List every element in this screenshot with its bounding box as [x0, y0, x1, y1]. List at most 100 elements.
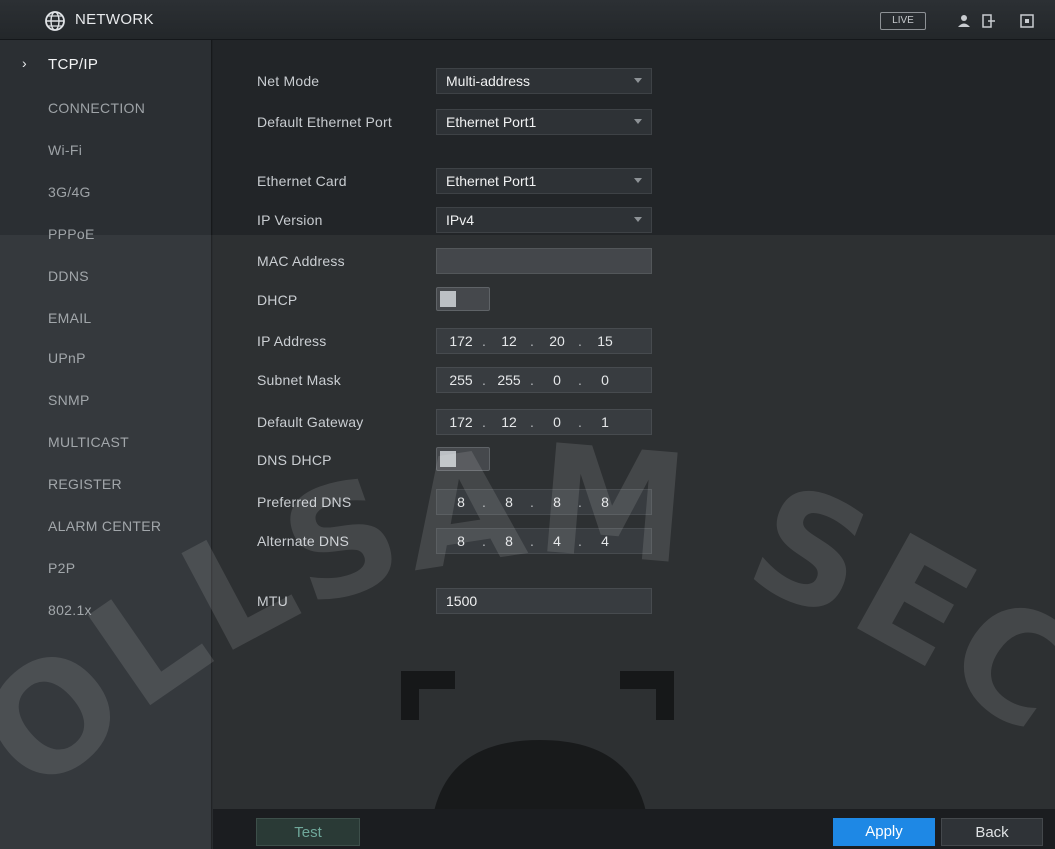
sidebar-item-label: PPPoE [48, 226, 95, 242]
preferred-dns-label: Preferred DNS [257, 494, 352, 510]
ip-dot: . [482, 414, 486, 430]
default-port-value: Ethernet Port1 [446, 114, 537, 130]
ip-octet[interactable]: 12 [491, 414, 527, 430]
chevron-right-icon: › [22, 55, 27, 71]
ip-version-label: IP Version [257, 212, 323, 228]
ip-address-field[interactable]: 172 . 12 . 20 . 15 [436, 328, 652, 354]
ethernet-card-label: Ethernet Card [257, 173, 347, 189]
ip-octet[interactable]: 0 [539, 372, 575, 388]
page-title: NETWORK [75, 11, 154, 28]
sidebar-item-label: CONNECTION [48, 100, 146, 116]
sidebar-item-8021x[interactable]: 802.1x [0, 590, 212, 630]
ip-dot: . [578, 333, 582, 349]
net-mode-value: Multi-address [446, 73, 531, 89]
preferred-dns-field[interactable]: 8 . 8 . 8 . 8 [436, 489, 652, 515]
net-mode-select[interactable]: Multi-address [436, 68, 652, 94]
sidebar-item-ddns[interactable]: DDNS [0, 256, 212, 296]
dns-dhcp-label: DNS DHCP [257, 452, 332, 468]
ip-octet[interactable]: 8 [443, 533, 479, 549]
toggle-knob [440, 451, 456, 467]
ip-octet[interactable]: 1 [587, 414, 623, 430]
apply-button[interactable]: Apply [833, 818, 935, 846]
ip-octet[interactable]: 8 [539, 494, 575, 510]
sidebar-item-pppoe[interactable]: PPPoE [0, 214, 212, 254]
ip-version-select[interactable]: IPv4 [436, 207, 652, 233]
subnet-mask-label: Subnet Mask [257, 372, 341, 388]
sidebar-item-3g4g[interactable]: 3G/4G [0, 172, 212, 212]
toggle-knob [440, 291, 456, 307]
shutdown-icon[interactable] [1018, 12, 1036, 30]
sidebar-item-label: 3G/4G [48, 184, 91, 200]
ip-octet[interactable]: 20 [539, 333, 575, 349]
ip-dot: . [578, 414, 582, 430]
sidebar-item-register[interactable]: REGISTER [0, 464, 212, 504]
ip-octet[interactable]: 172 [443, 333, 479, 349]
sidebar-item-upnp[interactable]: UPnP [0, 338, 212, 378]
sidebar-item-alarm-center[interactable]: ALARM CENTER [0, 506, 212, 546]
sidebar-item-label: P2P [48, 560, 76, 576]
ip-dot: . [578, 372, 582, 388]
ip-version-value: IPv4 [446, 212, 475, 228]
ip-dot: . [530, 494, 534, 510]
ip-octet[interactable]: 12 [491, 333, 527, 349]
default-port-label: Default Ethernet Port [257, 114, 392, 130]
ip-octet[interactable]: 8 [443, 494, 479, 510]
sidebar-item-multicast[interactable]: MULTICAST [0, 422, 212, 462]
default-gateway-field[interactable]: 172 . 12 . 0 . 1 [436, 409, 652, 435]
ip-octet[interactable]: 8 [491, 533, 527, 549]
sidebar-item-label: ALARM CENTER [48, 518, 162, 534]
sidebar-item-label: MULTICAST [48, 434, 129, 450]
sidebar-item-label: EMAIL [48, 310, 92, 326]
user-icon[interactable] [955, 12, 973, 30]
ip-octet[interactable]: 255 [443, 372, 479, 388]
sidebar-item-label: REGISTER [48, 476, 122, 492]
mtu-input[interactable]: 1500 [436, 588, 652, 614]
ip-dot: . [482, 533, 486, 549]
sidebar-item-email[interactable]: EMAIL [0, 298, 212, 338]
ip-octet[interactable]: 15 [587, 333, 623, 349]
net-mode-label: Net Mode [257, 73, 320, 89]
ip-octet[interactable]: 4 [539, 533, 575, 549]
alternate-dns-label: Alternate DNS [257, 533, 350, 549]
sidebar-item-connection[interactable]: CONNECTION [0, 88, 212, 128]
subnet-mask-field[interactable]: 255 . 255 . 0 . 0 [436, 367, 652, 393]
live-button[interactable]: LIVE [880, 12, 926, 30]
sidebar-item-wifi[interactable]: Wi-Fi [0, 130, 212, 170]
ip-dot: . [530, 333, 534, 349]
chevron-down-icon [634, 217, 642, 222]
alternate-dns-field[interactable]: 8 . 8 . 4 . 4 [436, 528, 652, 554]
sidebar-item-p2p[interactable]: P2P [0, 548, 212, 588]
ip-octet[interactable]: 4 [587, 533, 623, 549]
ethernet-card-value: Ethernet Port1 [446, 173, 537, 189]
ip-octet[interactable]: 8 [587, 494, 623, 510]
ip-dot: . [578, 533, 582, 549]
dhcp-label: DHCP [257, 292, 298, 308]
ip-octet[interactable]: 0 [587, 372, 623, 388]
ip-address-label: IP Address [257, 333, 327, 349]
default-gateway-label: Default Gateway [257, 414, 364, 430]
default-port-select[interactable]: Ethernet Port1 [436, 109, 652, 135]
dns-dhcp-toggle[interactable] [436, 447, 490, 471]
dhcp-toggle[interactable] [436, 287, 490, 311]
sidebar-item-label: DDNS [48, 268, 89, 284]
sidebar-item-label: SNMP [48, 392, 90, 408]
test-button[interactable]: Test [256, 818, 360, 846]
chevron-down-icon [634, 178, 642, 183]
sidebar-item-tcpip[interactable]: › TCP/IP [0, 44, 212, 84]
ip-octet[interactable]: 0 [539, 414, 575, 430]
logout-icon[interactable] [980, 12, 998, 30]
back-button[interactable]: Back [941, 818, 1043, 846]
ip-dot: . [530, 372, 534, 388]
ip-dot: . [482, 494, 486, 510]
ip-octet[interactable]: 172 [443, 414, 479, 430]
title-bar: NETWORK LIVE [0, 0, 1055, 40]
mtu-label: MTU [257, 593, 288, 609]
chevron-down-icon [634, 119, 642, 124]
ip-octet[interactable]: 255 [491, 372, 527, 388]
mac-address-label: MAC Address [257, 253, 345, 269]
sidebar-item-label: TCP/IP [48, 56, 99, 73]
sidebar-item-snmp[interactable]: SNMP [0, 380, 212, 420]
chevron-down-icon [634, 78, 642, 83]
ip-octet[interactable]: 8 [491, 494, 527, 510]
ethernet-card-select[interactable]: Ethernet Port1 [436, 168, 652, 194]
